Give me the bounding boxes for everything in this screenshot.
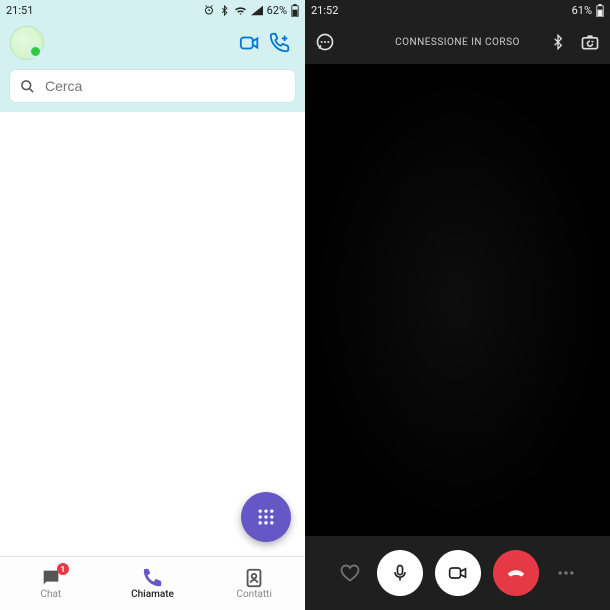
clock: 21:51 <box>6 4 33 17</box>
battery-text: 61% <box>572 4 592 17</box>
new-call-icon[interactable] <box>265 28 295 58</box>
nav-calls-label: Chiamate <box>131 589 174 600</box>
nav-contacts-label: Contatti <box>236 589 271 600</box>
chat-icon: 1 <box>40 567 62 589</box>
call-header: CONNESSIONE IN CORSO <box>305 20 610 64</box>
battery-icon <box>291 4 299 17</box>
status-bar: 21:52 61% <box>305 0 610 20</box>
call-in-progress-screen: 21:52 61% CONNESSIONE IN CORSO <box>305 0 610 610</box>
bluetooth-icon <box>219 5 230 16</box>
alarm-icon <box>203 4 215 16</box>
contacts-icon <box>243 567 265 589</box>
search-box[interactable] <box>10 70 295 102</box>
chat-badge: 1 <box>57 563 69 575</box>
more-options-icon[interactable] <box>551 563 581 583</box>
call-status-text: CONNESSIONE IN CORSO <box>395 37 520 48</box>
status-bar: 21:51 62% <box>0 0 305 20</box>
wifi-icon <box>234 5 247 16</box>
call-controls <box>305 536 610 610</box>
nav-calls[interactable]: Chiamate <box>102 557 204 610</box>
battery-text: 62% <box>267 4 287 17</box>
search-input[interactable] <box>45 78 285 94</box>
phone-icon <box>142 567 164 589</box>
camera-switch-icon[interactable] <box>580 32 600 52</box>
video-call-icon[interactable] <box>235 28 265 58</box>
nav-chat[interactable]: 1 Chat <box>0 557 102 610</box>
bluetooth-icon[interactable] <box>550 34 566 50</box>
clock: 21:52 <box>311 4 338 17</box>
mute-mic-button[interactable] <box>377 550 423 596</box>
nav-contacts[interactable]: Contatti <box>203 557 305 610</box>
bottom-nav: 1 Chat Chiamate Contatti <box>0 556 305 610</box>
toggle-video-button[interactable] <box>435 550 481 596</box>
chat-icon[interactable] <box>315 32 335 52</box>
battery-icon <box>596 4 604 17</box>
call-list-empty <box>0 112 305 556</box>
signal-icon <box>251 5 263 16</box>
video-feed[interactable] <box>305 64 610 536</box>
app-header <box>0 20 305 66</box>
search-area <box>0 66 305 112</box>
dialpad-button[interactable] <box>241 492 291 542</box>
calls-list-screen: 21:51 62% <box>0 0 305 610</box>
end-call-button[interactable] <box>493 550 539 596</box>
nav-chat-label: Chat <box>40 589 61 600</box>
favorite-icon[interactable] <box>335 563 365 583</box>
search-icon <box>20 79 35 94</box>
avatar[interactable] <box>10 26 44 60</box>
